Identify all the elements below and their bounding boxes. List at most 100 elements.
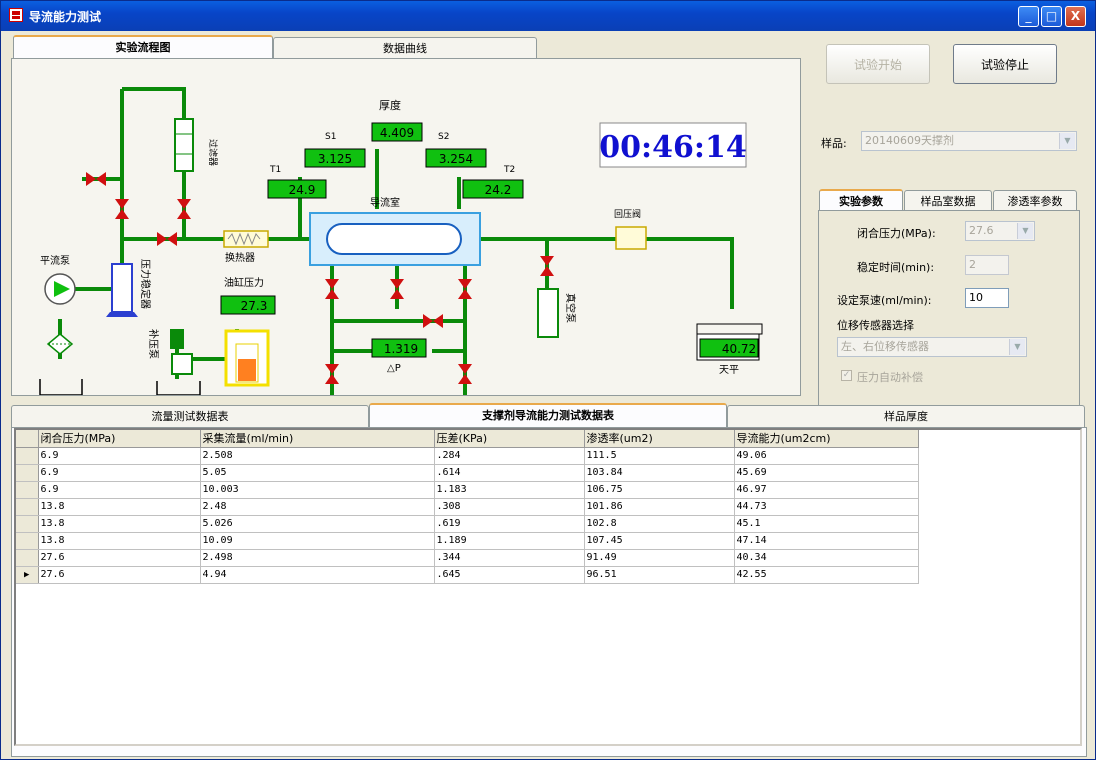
chevron-down-icon[interactable]: ▼ bbox=[1017, 223, 1033, 239]
cell[interactable]: 101.86 bbox=[584, 498, 735, 516]
col-header-permeability[interactable]: 渗透率(um2) bbox=[584, 430, 735, 448]
col-header-flow[interactable]: 采集流量(ml/min) bbox=[200, 430, 435, 448]
table-row[interactable]: 6.9 2.508.284 111.5 49.06 bbox=[16, 447, 919, 465]
cell[interactable]: 13.8 bbox=[38, 532, 201, 550]
cell[interactable]: 111.5 bbox=[584, 447, 735, 465]
cell[interactable]: 49.06 bbox=[734, 447, 919, 465]
auto-comp-checkbox[interactable]: ✓ bbox=[841, 370, 852, 381]
cell[interactable]: 91.49 bbox=[584, 549, 735, 567]
close-button[interactable]: X bbox=[1065, 6, 1086, 27]
cell[interactable]: 96.51 bbox=[584, 566, 735, 584]
cell[interactable]: 2.508 bbox=[200, 447, 435, 465]
vacuum-label: 真空泵 bbox=[564, 293, 577, 323]
cell[interactable]: .619 bbox=[434, 515, 585, 533]
cell[interactable]: 6.9 bbox=[38, 447, 201, 465]
row-header[interactable] bbox=[16, 549, 39, 567]
cell[interactable]: 27.6 bbox=[38, 566, 201, 584]
row-header[interactable] bbox=[16, 481, 39, 499]
cell[interactable]: 13.8 bbox=[38, 498, 201, 516]
booster-pump-label: 补压泵 bbox=[147, 329, 160, 359]
cell[interactable]: 27.6 bbox=[38, 549, 201, 567]
minimize-button[interactable]: _ bbox=[1018, 6, 1039, 27]
row-header[interactable] bbox=[16, 532, 39, 550]
sample-value: 20140609天撑剂 bbox=[865, 134, 954, 147]
cell[interactable]: 5.05 bbox=[200, 464, 435, 482]
stop-button[interactable]: 试验停止 bbox=[953, 44, 1057, 84]
row-header[interactable] bbox=[16, 515, 39, 533]
cell[interactable]: 4.94 bbox=[200, 566, 435, 584]
cell[interactable]: 6.9 bbox=[38, 464, 201, 482]
cell[interactable]: 2.48 bbox=[200, 498, 435, 516]
col-header-closure-pressure[interactable]: 闭合压力(MPa) bbox=[38, 430, 201, 448]
col-header-dp[interactable]: 压差(KPa) bbox=[434, 430, 585, 448]
table-row[interactable]: ▶ 27.6 4.94.645 96.51 42.55 bbox=[16, 566, 919, 584]
cell[interactable]: .614 bbox=[434, 464, 585, 482]
flow-diagram: 过滤器 换热器 导流室 平流泵 压力稳定器 油缸压力 27.3 补压泵 厚度 4… bbox=[39, 87, 763, 395]
cell[interactable]: 103.84 bbox=[584, 464, 735, 482]
cell[interactable]: 40.34 bbox=[734, 549, 919, 567]
cell[interactable]: 102.8 bbox=[584, 515, 735, 533]
cell[interactable]: 46.97 bbox=[734, 481, 919, 499]
t1-value: 24.9 bbox=[289, 183, 316, 197]
heat-exchanger-label: 换热器 bbox=[225, 251, 255, 264]
stabilizer-label: 压力稳定器 bbox=[139, 259, 152, 309]
row-header[interactable] bbox=[16, 447, 39, 465]
balance-value: 40.72 bbox=[722, 342, 756, 356]
row-header[interactable] bbox=[16, 498, 39, 516]
sample-select[interactable]: 20140609天撑剂 ▼ bbox=[861, 131, 1077, 151]
table-header-row: 闭合压力(MPa) 采集流量(ml/min) 压差(KPa) 渗透率(um2) … bbox=[16, 430, 919, 448]
row-header[interactable] bbox=[16, 464, 39, 482]
cell[interactable]: .344 bbox=[434, 549, 585, 567]
t1-label: T1 bbox=[269, 165, 281, 175]
cell[interactable]: 107.45 bbox=[584, 532, 735, 550]
cell[interactable]: 2.498 bbox=[200, 549, 435, 567]
cell[interactable]: 10.003 bbox=[200, 481, 435, 499]
cell[interactable]: 5.026 bbox=[200, 515, 435, 533]
sensor-select[interactable]: 左、右位移传感器 ▼ bbox=[837, 337, 1027, 357]
pipe-top-filter bbox=[122, 87, 186, 119]
table-row[interactable]: 13.8 5.026.619 102.8 45.1 bbox=[16, 515, 919, 533]
chevron-down-icon[interactable]: ▼ bbox=[1009, 339, 1025, 355]
table-row[interactable]: 13.8 2.48.308 101.86 44.73 bbox=[16, 498, 919, 516]
cell[interactable]: 42.55 bbox=[734, 566, 919, 584]
cell[interactable]: 10.09 bbox=[200, 532, 435, 550]
tab-flow-test-table[interactable]: 流量测试数据表 bbox=[11, 405, 369, 427]
closure-pressure-value: 27.6 bbox=[969, 224, 994, 237]
cell[interactable]: 44.73 bbox=[734, 498, 919, 516]
table-row[interactable]: 27.6 2.498.344 91.49 40.34 bbox=[16, 549, 919, 567]
table-row[interactable]: 13.8 10.09 1.189 107.45 47.14 bbox=[16, 532, 919, 550]
maximize-button[interactable]: □ bbox=[1041, 6, 1062, 27]
col-header-conductivity[interactable]: 导流能力(um2cm) bbox=[734, 430, 919, 448]
cell[interactable]: .308 bbox=[434, 498, 585, 516]
closure-pressure-select[interactable]: 27.6 ▼ bbox=[965, 221, 1035, 241]
tab-data-curve[interactable]: 数据曲线 bbox=[273, 37, 537, 59]
cell[interactable]: 45.1 bbox=[734, 515, 919, 533]
table-row[interactable]: 6.9 10.003 1.183 106.75 46.97 bbox=[16, 481, 919, 499]
start-button[interactable]: 试验开始 bbox=[826, 44, 930, 84]
cell[interactable]: 45.69 bbox=[734, 464, 919, 482]
title-bar[interactable]: 导流能力测试 _ □ X bbox=[1, 1, 1095, 31]
table-row[interactable]: 6.9 5.05.614 103.84 45.69 bbox=[16, 464, 919, 482]
cylinder-pressure-value: 27.3 bbox=[241, 299, 268, 313]
cell[interactable]: 1.183 bbox=[434, 481, 585, 499]
chevron-down-icon[interactable]: ▼ bbox=[1059, 133, 1075, 149]
thickness-label: 厚度 bbox=[379, 98, 401, 112]
cell[interactable]: .645 bbox=[434, 566, 585, 584]
tab-permeability[interactable]: 渗透率参数 bbox=[993, 190, 1077, 212]
cell[interactable]: 106.75 bbox=[584, 481, 735, 499]
tab-flow-diagram[interactable]: 实验流程图 bbox=[13, 35, 273, 59]
cell[interactable]: 6.9 bbox=[38, 481, 201, 499]
tab-sample-chamber[interactable]: 样品室数据 bbox=[904, 190, 992, 212]
current-row-marker[interactable]: ▶ bbox=[16, 566, 39, 584]
pump-rate-field[interactable]: 10 bbox=[965, 288, 1009, 308]
data-grid[interactable]: 闭合压力(MPa) 采集流量(ml/min) 压差(KPa) 渗透率(um2) … bbox=[14, 428, 1082, 746]
stable-time-field[interactable]: 2 bbox=[965, 255, 1009, 275]
tab-sample-thickness[interactable]: 样品厚度 bbox=[727, 405, 1085, 427]
s2-value: 3.254 bbox=[439, 152, 473, 166]
back-valve-icon bbox=[615, 226, 647, 250]
cell[interactable]: 47.14 bbox=[734, 532, 919, 550]
cell[interactable]: 1.189 bbox=[434, 532, 585, 550]
cell[interactable]: .284 bbox=[434, 447, 585, 465]
tab-conductivity-table[interactable]: 支撑剂导流能力测试数据表 bbox=[369, 403, 727, 427]
cell[interactable]: 13.8 bbox=[38, 515, 201, 533]
